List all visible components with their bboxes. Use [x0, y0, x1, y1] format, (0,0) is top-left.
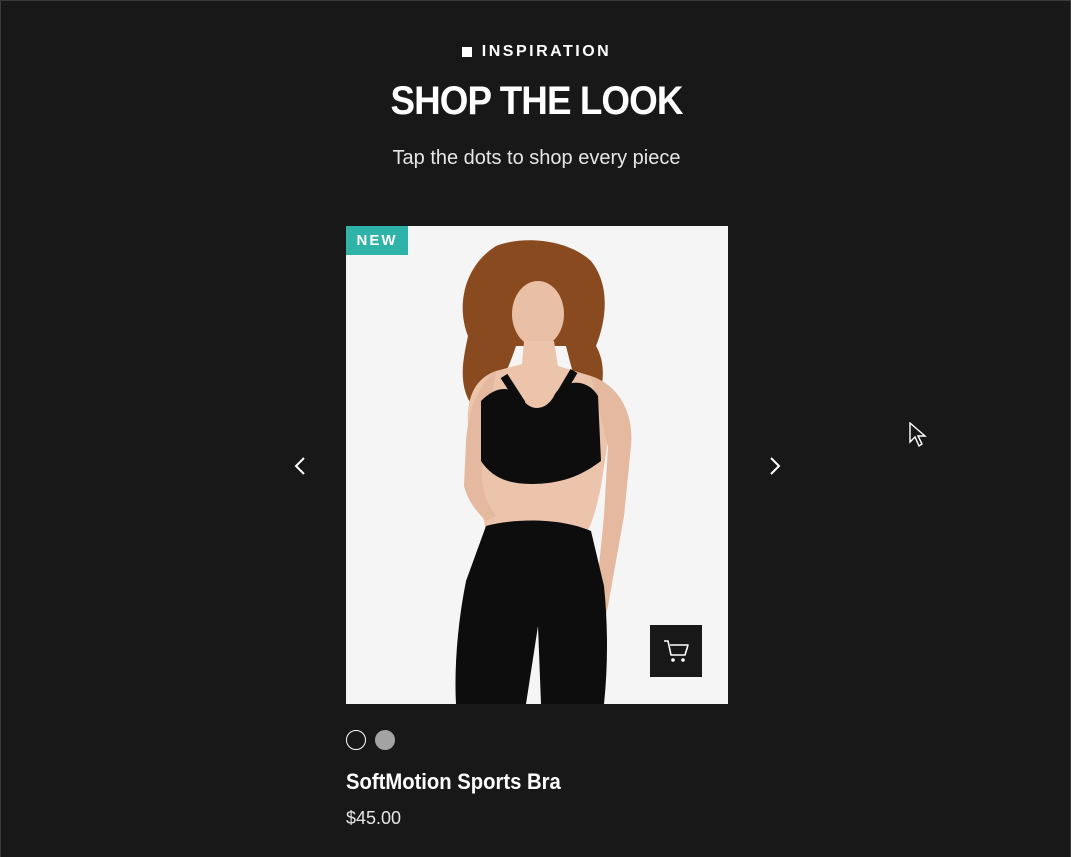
square-icon	[461, 47, 472, 57]
mouse-cursor-icon	[909, 422, 927, 448]
carousel-prev-button[interactable]	[286, 452, 314, 480]
color-swatches	[346, 730, 395, 750]
chevron-left-icon	[294, 457, 305, 475]
add-to-cart-button[interactable]	[650, 625, 702, 677]
eyebrow-label: INSPIRATION	[481, 43, 612, 60]
new-badge: NEW	[346, 226, 408, 255]
chevron-right-icon	[770, 457, 781, 475]
product-price: $45.00	[346, 808, 402, 828]
product-image[interactable]: NEW	[346, 226, 728, 704]
cart-icon	[664, 640, 689, 662]
section-title: SHOP THE LOOK	[390, 79, 683, 123]
product-name[interactable]: SoftMotion Sports Bra	[346, 769, 561, 795]
carousel-next-button[interactable]	[761, 452, 789, 480]
swatch-black[interactable]	[346, 730, 366, 750]
section-eyebrow: INSPIRATION	[1, 43, 1071, 61]
swatch-grey[interactable]	[375, 730, 395, 750]
section-subtitle: Tap the dots to shop every piece	[392, 147, 681, 169]
shop-the-look-section: INSPIRATION SHOP THE LOOK Tap the dots t…	[0, 0, 1071, 857]
